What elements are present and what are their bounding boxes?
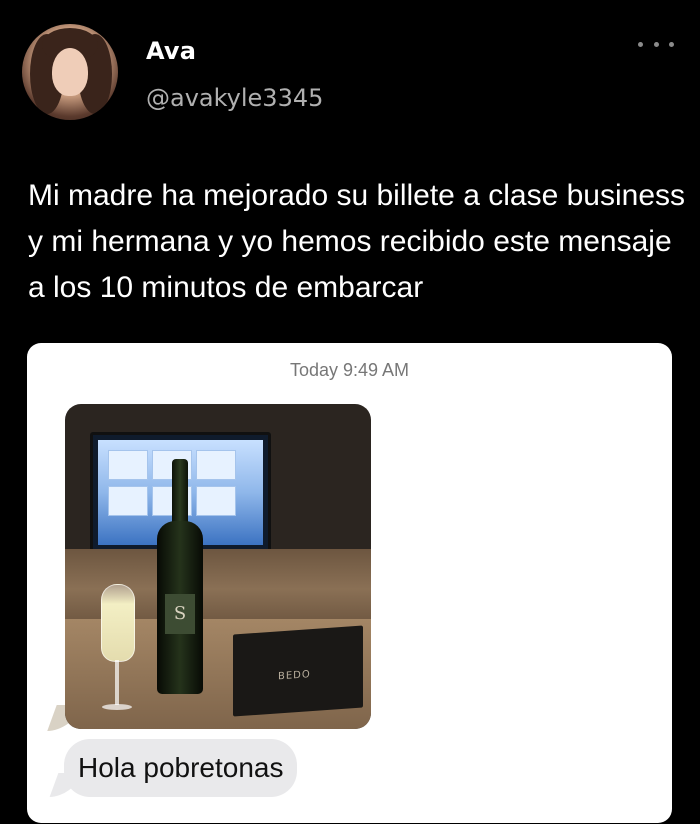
more-options-icon[interactable] (638, 34, 674, 54)
avatar[interactable] (22, 24, 118, 120)
menu-card-text: BEDO (278, 669, 311, 683)
message-bubble: Hola pobretonas (64, 739, 298, 797)
message-timestamp: Today 9:49 AM (289, 360, 410, 380)
champagne-glass (97, 584, 137, 714)
champagne-bottle: S (157, 459, 203, 694)
photo-message: S BEDO (65, 404, 371, 729)
author-name[interactable]: Ava (146, 37, 196, 65)
author-handle[interactable]: @avakyle3345 (146, 84, 323, 112)
menu-card: BEDO (233, 625, 363, 717)
tweet-text: Mi madre ha mejorado su billete a clase … (28, 179, 685, 304)
attached-image[interactable]: Today 9:49 AM S BEDO Hola pobretonas (27, 343, 672, 823)
bottle-label: S (165, 594, 195, 634)
